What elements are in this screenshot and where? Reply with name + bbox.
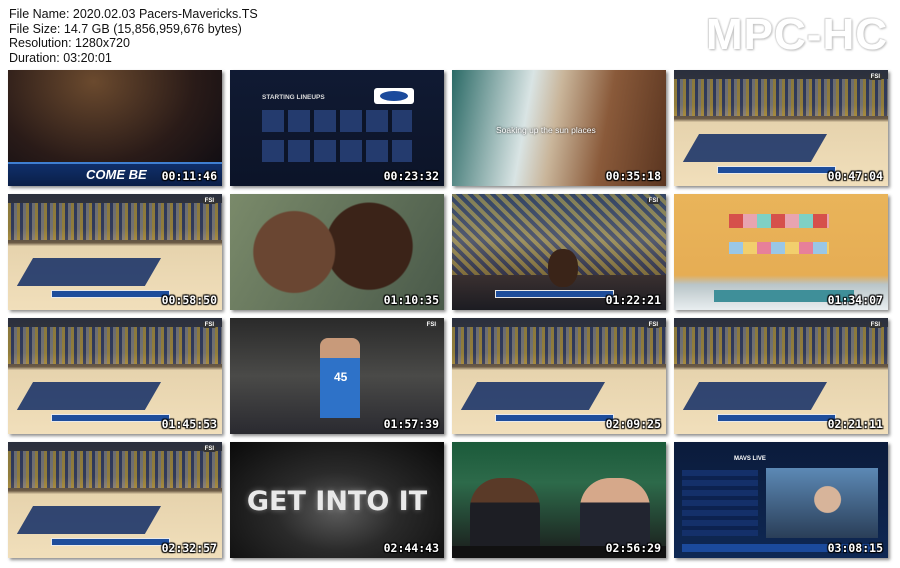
thumbnail-9[interactable]: FSI 01:45:53 [8, 318, 222, 434]
timestamp-label: 02:32:57 [161, 541, 217, 555]
network-logo: FSI [868, 74, 882, 80]
thumbnail-overlay-text: STARTING LINEUPS [262, 94, 325, 101]
thumbnail-1[interactable]: COME BE 00:11:46 [8, 70, 222, 186]
timestamp-label: 00:11:46 [161, 169, 217, 183]
thumbnail-3[interactable]: Soaking up the sun places 00:35:18 [452, 70, 666, 186]
timestamp-label: 00:23:32 [383, 169, 439, 183]
ford-logo [374, 88, 414, 104]
scorebug [50, 538, 171, 546]
lineup-row [262, 140, 412, 162]
lineup-row [262, 110, 412, 132]
shirt-shelf [729, 242, 829, 254]
scorebug [494, 290, 615, 298]
thumbnail-overlay-text: MAVS LIVE [734, 456, 766, 462]
network-logo: FSI [202, 446, 216, 452]
timestamp-label: 01:45:53 [161, 417, 217, 431]
scorebug [494, 414, 615, 422]
timestamp-label: 01:57:39 [383, 417, 439, 431]
network-logo: FSI [202, 322, 216, 328]
network-logo: FSI [868, 322, 882, 328]
timestamp-label: 02:21:11 [827, 417, 883, 431]
thumbnail-grid: COME BE 00:11:46 STARTING LINEUPS 00:23:… [8, 70, 888, 558]
scorebug [716, 166, 837, 174]
timestamp-label: 00:47:04 [827, 169, 883, 183]
timestamp-label: 00:58:50 [161, 293, 217, 307]
stats-table [682, 470, 758, 536]
thumbnail-12[interactable]: FSI 02:21:11 [674, 318, 888, 434]
thumbnail-8[interactable]: 01:34:07 [674, 194, 888, 310]
scorebug [716, 414, 837, 422]
app-logo: MPC-HC [706, 10, 888, 59]
shirt-shelf [729, 214, 829, 228]
commentator-figure [470, 478, 540, 548]
timestamp-label: 02:56:29 [605, 541, 661, 555]
thumbnail-overlay-text: GET INTO IT [246, 486, 428, 517]
network-logo: FSI [202, 198, 216, 204]
thumbnail-2[interactable]: STARTING LINEUPS 00:23:32 [230, 70, 444, 186]
thumbnail-11[interactable]: FSI 02:09:25 [452, 318, 666, 434]
file-name-text: File Name: 2020.02.03 Pacers-Mavericks.T… [9, 7, 258, 21]
thumbnail-5[interactable]: FSI 00:58:50 [8, 194, 222, 310]
thumbnail-10[interactable]: 45 FSI 01:57:39 [230, 318, 444, 434]
thumbnail-16[interactable]: MAVS LIVE 03:08:15 [674, 442, 888, 558]
timestamp-label: 01:22:21 [605, 293, 661, 307]
scorebug [50, 414, 171, 422]
file-info: File Name: 2020.02.03 Pacers-Mavericks.T… [9, 7, 258, 65]
thumbnail-overlay-text: COME BE [86, 167, 147, 182]
file-size-text: File Size: 14.7 GB (15,856,959,676 bytes… [9, 21, 242, 36]
thumbnail-15[interactable]: 02:56:29 [452, 442, 666, 558]
scorebug [50, 290, 171, 298]
timestamp-label: 02:09:25 [605, 417, 661, 431]
camera-view [766, 468, 878, 538]
thumbnail-overlay-text: Soaking up the sun places [496, 125, 596, 135]
timestamp-label: 03:08:15 [827, 541, 883, 555]
timestamp-label: 01:10:35 [383, 293, 439, 307]
network-logo: FSI [424, 322, 438, 328]
player-face [548, 249, 578, 287]
thumbnail-14[interactable]: GET INTO IT 02:44:43 [230, 442, 444, 558]
duration-text: Duration: 03:20:01 [9, 50, 112, 65]
jersey-number: 45 [334, 370, 348, 384]
thumbnail-7[interactable]: FSI 01:22:21 [452, 194, 666, 310]
timestamp-label: 02:44:43 [383, 541, 439, 555]
commentator-figure [580, 478, 650, 548]
network-logo: FSI [646, 322, 660, 328]
thumbnail-6[interactable]: 01:10:35 [230, 194, 444, 310]
thumbnail-13[interactable]: FSI 02:32:57 [8, 442, 222, 558]
thumbnail-4[interactable]: FSI 00:47:04 [674, 70, 888, 186]
timestamp-label: 01:34:07 [827, 293, 883, 307]
timestamp-label: 00:35:18 [605, 169, 661, 183]
network-logo: FSI [646, 198, 660, 204]
resolution-text: Resolution: 1280x720 [9, 36, 130, 50]
